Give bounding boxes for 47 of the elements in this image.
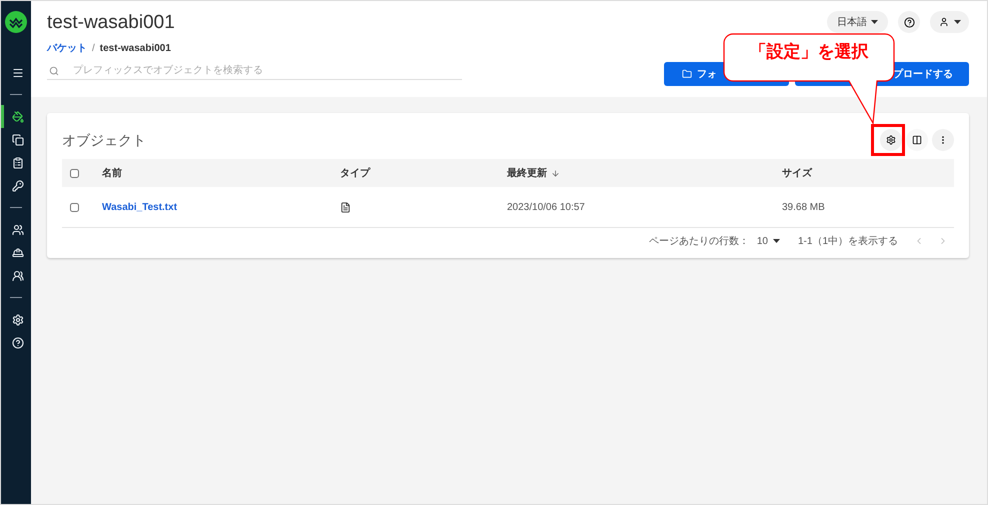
sort-arrow-icon bbox=[551, 168, 560, 178]
table-cell-text: 2023/10/06 10:57 bbox=[507, 200, 585, 214]
file-name-link[interactable]: Wasabi_Test.txt bbox=[102, 200, 178, 214]
column-header[interactable]: 最終更新 bbox=[507, 166, 547, 180]
page-range: 1-1（1中）を表示する bbox=[798, 234, 898, 248]
account-button[interactable] bbox=[930, 11, 969, 33]
logo-icon bbox=[5, 11, 27, 33]
rows-per-page-label: ページあたりの行数： bbox=[648, 234, 749, 248]
highlight-box bbox=[871, 124, 905, 156]
column-header[interactable]: サイズ bbox=[782, 166, 812, 180]
row-checkbox[interactable] bbox=[70, 202, 79, 212]
menu-icon bbox=[12, 66, 24, 78]
breadcrumb-separator: / bbox=[92, 42, 95, 56]
page-title: test-wasabi001 bbox=[47, 11, 176, 35]
caret-icon bbox=[772, 239, 780, 243]
help-button[interactable] bbox=[898, 11, 920, 33]
caret-icon bbox=[871, 20, 878, 24]
copy-icon bbox=[12, 134, 24, 146]
settings-button[interactable] bbox=[880, 129, 902, 151]
key-icon bbox=[12, 180, 24, 192]
settings-icon bbox=[12, 314, 24, 326]
help-icon bbox=[904, 16, 914, 28]
users-icon bbox=[12, 270, 24, 282]
table-cell-text: 39.68 MB bbox=[782, 200, 825, 214]
rows-per-page-select[interactable]: 10 bbox=[756, 234, 780, 248]
language-button[interactable]: 日本語 bbox=[827, 11, 888, 33]
annotation-text: 「設定」を選択 bbox=[748, 41, 870, 63]
user-icon bbox=[938, 17, 948, 27]
columns-button[interactable] bbox=[906, 129, 928, 151]
select-all-checkbox[interactable] bbox=[70, 168, 79, 178]
search-icon bbox=[49, 66, 59, 76]
breadcrumb-link[interactable]: バケット bbox=[47, 41, 87, 56]
column-header[interactable]: 名前 bbox=[102, 166, 122, 180]
columns-icon bbox=[912, 135, 922, 145]
breadcrumb-current: test-wasabi001 bbox=[100, 42, 171, 56]
bucket-icon bbox=[12, 110, 24, 122]
column-header[interactable]: タイプ bbox=[340, 166, 370, 180]
help-icon bbox=[12, 336, 24, 348]
settings-icon bbox=[886, 135, 896, 145]
group-icon bbox=[12, 224, 24, 236]
clipboard-icon bbox=[12, 156, 24, 168]
search-field[interactable]: プレフィックスでオブジェクトを検索する bbox=[73, 63, 462, 78]
hat-icon bbox=[12, 246, 24, 258]
folder-icon bbox=[682, 69, 692, 79]
caret-icon bbox=[954, 20, 960, 24]
file-icon bbox=[340, 202, 351, 212]
card-title: オブジェクト bbox=[62, 130, 147, 150]
